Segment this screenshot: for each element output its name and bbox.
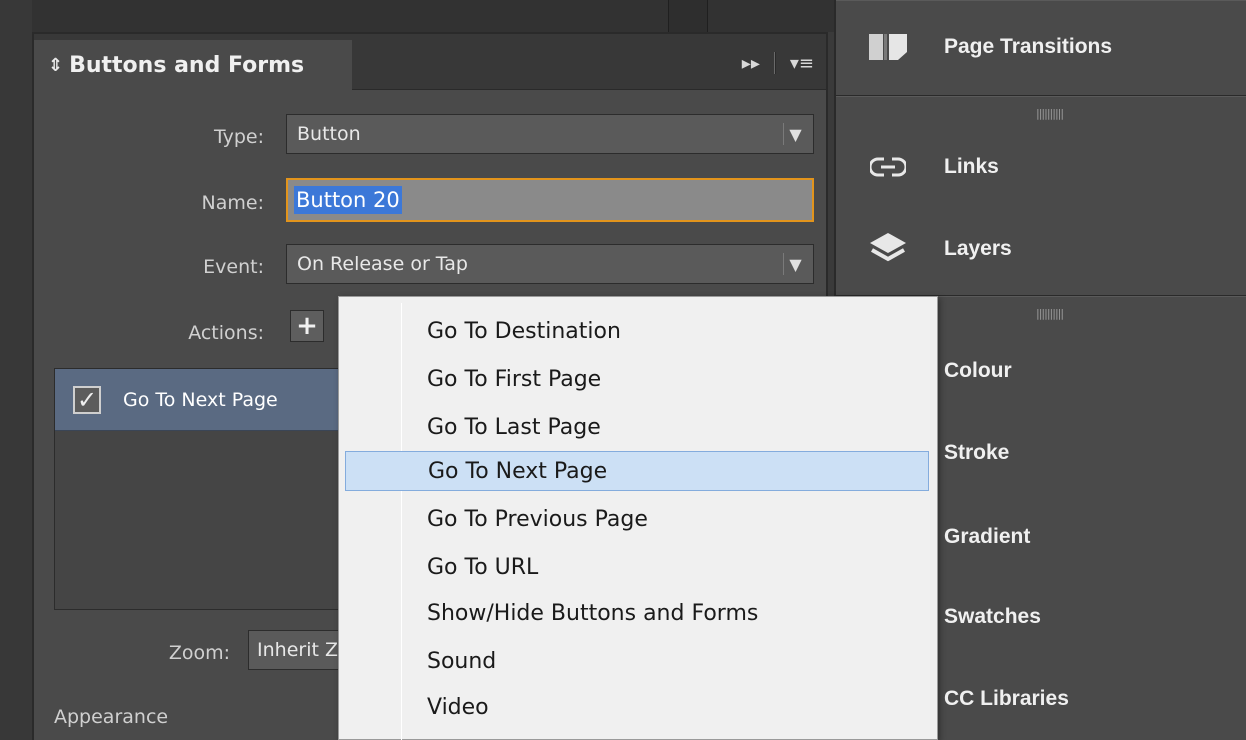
links-icon (868, 149, 908, 185)
dock-item-label: CC Libraries (944, 687, 1069, 710)
header-separator (773, 52, 776, 74)
zoom-value: Inherit Z (257, 639, 338, 661)
page-transitions-icon (868, 29, 908, 65)
menu-item-go-to-previous-page[interactable]: Go To Previous Page (345, 499, 929, 539)
panel-menu-icon[interactable]: ▾≡ (790, 53, 814, 74)
zoom-label: Zoom: (168, 642, 230, 664)
dock-item-label: Swatches (944, 605, 1041, 628)
panel-title: Buttons and Forms (69, 52, 305, 78)
dock-item-label: Stroke (944, 441, 1010, 464)
panel-header-icons: ▸▸ ▾≡ (742, 52, 814, 74)
menu-item-show-hide-buttons[interactable]: Show/Hide Buttons and Forms (345, 593, 929, 633)
actions-label: Actions: (188, 322, 264, 344)
panel-splitter[interactable] (668, 0, 708, 32)
add-action-menu[interactable]: Go To Destination Go To First Page Go To… (338, 296, 938, 740)
action-checkbox[interactable]: ✓ (73, 385, 101, 414)
panel-header: ⇕ Buttons and Forms ▸▸ ▾≡ (34, 34, 826, 90)
menu-item-go-to-url[interactable]: Go To URL (345, 547, 929, 587)
tab-buttons-and-forms[interactable]: ⇕ Buttons and Forms (34, 40, 352, 90)
menu-item-go-to-last-page[interactable]: Go To Last Page (345, 407, 929, 447)
dock-item-page-transitions[interactable]: Page Transitions (836, 17, 1246, 77)
dock-group-transitions: Page Transitions (836, 0, 1246, 96)
name-value: Button 20 (294, 186, 402, 214)
group-grip[interactable]: |||||||||| (1036, 307, 1064, 320)
menu-item-sound[interactable]: Sound (345, 641, 929, 681)
dock-item-label: Links (944, 155, 999, 178)
add-action-button[interactable]: + (290, 310, 324, 342)
left-edge (0, 0, 32, 740)
type-value: Button (297, 123, 361, 145)
dock-item-label: Gradient (944, 525, 1031, 548)
name-label: Name: (201, 192, 264, 214)
event-dropdown[interactable]: On Release or Tap ▼ (286, 244, 814, 284)
layers-icon (868, 231, 908, 267)
menu-item-go-to-first-page[interactable]: Go To First Page (345, 359, 929, 399)
dock-group-links-layers: |||||||||| Links Layers (836, 96, 1246, 296)
type-label: Type: (213, 126, 264, 148)
dock-item-layers[interactable]: Layers (836, 219, 1246, 279)
dropdown-arrow-icon[interactable]: ▼ (783, 123, 807, 145)
group-grip[interactable]: |||||||||| (1036, 107, 1064, 120)
collapse-icon[interactable]: ⇕ (48, 55, 63, 76)
type-dropdown[interactable]: Button ▼ (286, 114, 814, 154)
event-label: Event: (203, 256, 264, 278)
appearance-section-label: Appearance (54, 706, 169, 728)
dock-item-label: Page Transitions (944, 35, 1113, 58)
name-field[interactable]: Button 20 (286, 178, 814, 222)
action-label: Go To Next Page (123, 388, 278, 411)
event-value: On Release or Tap (297, 253, 468, 275)
dropdown-arrow-icon[interactable]: ▼ (783, 253, 807, 275)
menu-item-go-to-next-page[interactable]: Go To Next Page (345, 451, 929, 491)
dock-item-label: Layers (944, 237, 1012, 260)
menu-item-go-to-destination[interactable]: Go To Destination (345, 311, 929, 351)
menu-item-video[interactable]: Video (345, 687, 929, 727)
dock-item-links[interactable]: Links (836, 137, 1246, 197)
dock-item-label: Colour (944, 359, 1012, 382)
expand-panel-icon[interactable]: ▸▸ (742, 53, 760, 74)
